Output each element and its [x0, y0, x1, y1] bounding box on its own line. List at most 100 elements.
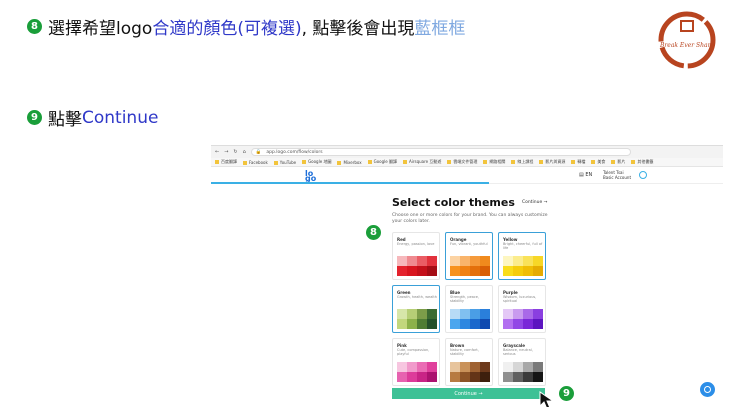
- color-swatch: [397, 372, 407, 382]
- color-swatches: [450, 256, 490, 276]
- color-swatch: [470, 256, 480, 266]
- color-swatch: [503, 266, 513, 276]
- lock-icon: 🔒: [255, 149, 262, 155]
- color-swatch: [533, 309, 543, 319]
- color-swatch: [470, 319, 480, 329]
- theme-description: Strength, peace, stability: [450, 295, 480, 303]
- color-swatch: [480, 372, 490, 382]
- theme-description: Cute, compassion, playful: [397, 348, 430, 356]
- color-swatch: [480, 256, 490, 266]
- color-swatch: [513, 319, 523, 329]
- bookmark-item[interactable]: Airsquare 互動遊: [403, 159, 441, 165]
- color-swatch: [503, 372, 513, 382]
- account-icon[interactable]: [639, 171, 647, 179]
- color-swatch: [417, 319, 427, 329]
- color-swatches: [397, 256, 437, 276]
- color-theme-card-pink[interactable]: Pink Cute, compassion, playful: [392, 338, 440, 386]
- color-swatch: [450, 256, 460, 266]
- step-text-highlight-light: 藍框框: [414, 19, 466, 39]
- color-swatch: [480, 319, 490, 329]
- color-theme-card-orange[interactable]: Orange Fun, vibrant, youthful: [445, 232, 493, 280]
- color-swatch: [513, 372, 523, 382]
- step-text-highlight: 合適的顏色(可複選): [152, 19, 302, 39]
- theme-description: Growth, health, wealth: [397, 295, 437, 299]
- bookmark-item[interactable]: 其他書籤: [631, 159, 653, 165]
- browser-window: ← → ↻ ⌂ 🔒 app.logo.com/flow/colors 百度翻譯 Fa…: [211, 145, 723, 407]
- color-swatch: [513, 266, 523, 276]
- color-swatches: [397, 362, 437, 382]
- color-swatch: [533, 362, 543, 372]
- callout-badge-9: 9: [559, 386, 574, 401]
- color-swatches: [397, 309, 437, 329]
- color-swatch: [480, 266, 490, 276]
- color-swatch: [480, 362, 490, 372]
- color-swatch: [533, 372, 543, 382]
- chat-support-icon[interactable]: [700, 382, 715, 397]
- address-bar[interactable]: 🔒 app.logo.com/flow/colors: [250, 148, 631, 156]
- bookmark-item[interactable]: 影片: [611, 159, 625, 165]
- color-swatch: [460, 372, 470, 382]
- home-icon[interactable]: ⌂: [243, 149, 246, 155]
- bookmark-item[interactable]: Google 翻譯: [368, 159, 397, 165]
- language-selector[interactable]: ▤ EN: [579, 172, 592, 178]
- color-theme-card-yellow[interactable]: Yellow Bright, cheerful, full of life: [498, 232, 546, 280]
- color-theme-card-blue[interactable]: Blue Strength, peace, stability: [445, 285, 493, 333]
- color-theme-card-brown[interactable]: Brown Nature, comfort, stability: [445, 338, 493, 386]
- step-9-instruction: 9 點擊 Continue: [27, 105, 158, 130]
- color-swatch: [523, 372, 533, 382]
- bookmark-item[interactable]: 線上課程: [511, 159, 533, 165]
- logo-com-logo[interactable]: lo go: [305, 170, 317, 183]
- color-swatch: [533, 256, 543, 266]
- bookmark-item[interactable]: 影片與資源: [539, 159, 565, 165]
- bookmark-item[interactable]: Mixerbox: [337, 160, 361, 165]
- color-swatch: [523, 319, 533, 329]
- color-swatch: [513, 256, 523, 266]
- color-swatch: [450, 319, 460, 329]
- color-swatch: [470, 309, 480, 319]
- color-swatch: [407, 372, 417, 382]
- bookmarks-bar: 百度翻譯 Facebook YouTube Google 地圖 Mixerbox Goog…: [211, 158, 723, 167]
- color-theme-card-purple[interactable]: Purple Wisdom, luxurious, spiritual: [498, 285, 546, 333]
- color-swatch: [427, 362, 437, 372]
- app-header: lo go ▤ EN Talent Tsai Basic Account: [211, 168, 723, 184]
- color-swatch: [397, 362, 407, 372]
- color-theme-card-green[interactable]: Green Growth, health, wealth: [392, 285, 440, 333]
- logo-text: go: [305, 174, 317, 183]
- color-theme-card-red[interactable]: Red Energy, passion, love: [392, 232, 440, 280]
- user-account[interactable]: Talent Tsai Basic Account: [603, 170, 631, 180]
- theme-description: Wisdom, luxurious, spiritual: [503, 295, 537, 303]
- theme-description: Energy, passion, love: [397, 242, 435, 246]
- continue-button[interactable]: Continue →: [392, 388, 545, 399]
- bookmark-item[interactable]: 百度翻譯: [215, 159, 237, 165]
- bookmark-item[interactable]: 轉檔: [571, 159, 585, 165]
- color-swatch: [417, 256, 427, 266]
- color-swatch: [533, 319, 543, 329]
- bookmark-item[interactable]: 網路相關: [483, 159, 505, 165]
- color-swatch: [397, 319, 407, 329]
- user-plan: Basic Account: [603, 175, 632, 180]
- color-swatch: [417, 362, 427, 372]
- reload-icon[interactable]: ↻: [233, 149, 237, 155]
- theme-description: Fun, vibrant, youthful: [450, 242, 488, 246]
- bookmark-item[interactable]: 雲端文件管理: [447, 159, 477, 165]
- bookmark-item[interactable]: Google 地圖: [302, 159, 331, 165]
- bookmark-item[interactable]: 美食: [591, 159, 605, 165]
- color-swatch: [427, 372, 437, 382]
- step-text: 選擇希望logo: [48, 19, 153, 39]
- bookmark-item[interactable]: Facebook: [243, 160, 268, 165]
- color-swatches: [450, 362, 490, 382]
- color-theme-card-grayscale[interactable]: Grayscale Balance, neutral, serious: [498, 338, 546, 386]
- forward-icon[interactable]: →: [224, 149, 228, 155]
- page-subtitle: Choose one or more colors for your brand…: [392, 213, 548, 224]
- color-swatch: [523, 256, 533, 266]
- color-swatch: [407, 319, 417, 329]
- theme-description: Nature, comfort, stability: [450, 348, 479, 356]
- color-swatch: [460, 266, 470, 276]
- page-title: Select color themes: [392, 196, 515, 209]
- bookmark-item[interactable]: YouTube: [274, 160, 296, 165]
- continue-link[interactable]: Continue →: [522, 200, 547, 205]
- color-swatch: [503, 256, 513, 266]
- brand-stamp-logo: Break Ever Share: [658, 11, 716, 69]
- theme-description: Bright, cheerful, full of life: [503, 242, 543, 250]
- back-icon[interactable]: ←: [215, 149, 219, 155]
